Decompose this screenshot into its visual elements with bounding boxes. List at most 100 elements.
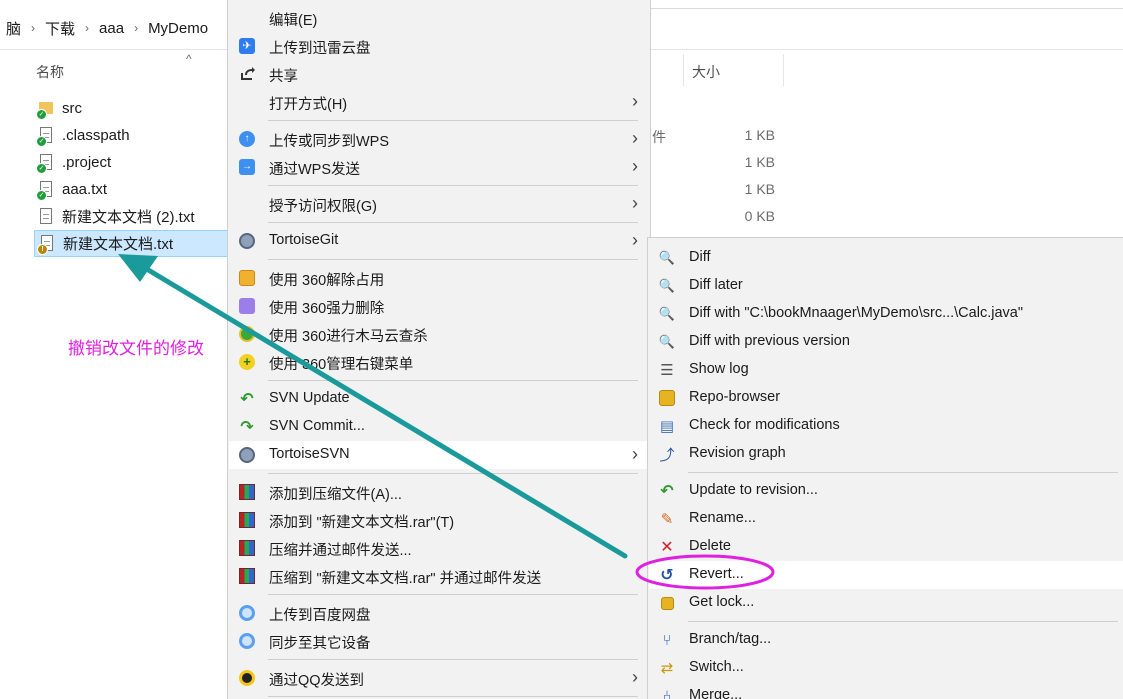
submenu-item-update-revision[interactable]: ↶ Update to revision...: [649, 477, 1123, 505]
menu-item-svn-commit[interactable]: ↷ SVN Commit...: [229, 413, 650, 441]
folder-icon: ✓: [36, 100, 54, 120]
document-icon: ✓: [36, 153, 54, 174]
submenu-item-show-log[interactable]: ☰ Show log: [649, 356, 1123, 384]
chevron-right-icon: ›: [31, 21, 36, 35]
submenu-item-label: Branch/tag...: [689, 631, 772, 647]
menu-item-qq-send[interactable]: 通过QQ发送到 ›: [229, 664, 650, 692]
thunder-cloud-icon: ✈: [238, 37, 256, 55]
submenu-item-label: Show log: [689, 361, 749, 377]
file-name: src: [62, 100, 82, 117]
breadcrumb-item[interactable]: aaa: [93, 20, 130, 37]
svn-update-icon: ↶: [240, 391, 254, 408]
menu-item-rar-named-email[interactable]: 压缩到 "新建文本文档.rar" 并通过邮件发送: [229, 562, 650, 590]
menu-item-tortoisegit[interactable]: TortoiseGit ›: [229, 227, 650, 255]
submenu-item-label: Rename...: [689, 510, 756, 526]
file-row[interactable]: ✓ .project: [34, 149, 234, 176]
menu-item-rar-add-named[interactable]: 添加到 "新建文本文档.rar"(T): [229, 506, 650, 534]
menu-item-label: 通过QQ发送到: [269, 673, 365, 689]
submenu-item-label: Get lock...: [689, 594, 755, 610]
file-row-selected[interactable]: ! 新建文本文档.txt: [34, 230, 234, 257]
breadcrumb-item[interactable]: 下载: [39, 18, 81, 39]
column-size-header[interactable]: 大小: [692, 62, 720, 82]
file-size: 1 KB: [744, 154, 775, 170]
submenu-item-check-modifications[interactable]: ▤ Check for modifications: [649, 412, 1123, 440]
baidu-cloud-icon: [238, 604, 256, 622]
chevron-right-icon: ›: [134, 21, 139, 35]
rename-icon: ✎: [660, 511, 674, 528]
submenu-item-label: Diff with previous version: [689, 333, 850, 349]
submenu-item-merge[interactable]: ⑃ Merge...: [649, 682, 1123, 699]
menu-item-360-menu[interactable]: + 使用 360管理右键菜单: [229, 348, 650, 376]
breadcrumb-item[interactable]: MyDemo: [142, 20, 214, 37]
menu-item-wps-send[interactable]: → 通过WPS发送 ›: [229, 153, 650, 181]
submenu-item-switch[interactable]: ⇄ Switch...: [649, 654, 1123, 682]
breadcrumb-item[interactable]: 脑: [0, 18, 27, 39]
chevron-right-icon: ›: [632, 193, 638, 213]
menu-item-label: 打开方式(H): [269, 97, 348, 113]
file-row[interactable]: ✓ src: [34, 95, 234, 122]
chevron-right-icon: ›: [632, 156, 638, 176]
menu-item-baidu-sync[interactable]: 同步至其它设备: [229, 627, 650, 655]
menu-item-svn-update[interactable]: ↶ SVN Update: [229, 385, 650, 413]
menu-item-open-with[interactable]: 打开方式(H) ›: [229, 88, 650, 116]
360-unlock-icon: [238, 269, 256, 287]
menu-item-label: 上传或同步到WPS: [269, 134, 390, 150]
menu-item-baidu-upload[interactable]: 上传到百度网盘: [229, 599, 650, 627]
menu-item-share[interactable]: 共享: [229, 60, 650, 88]
share-icon: [238, 65, 256, 83]
submenu-item-delete[interactable]: ✕ Delete: [649, 533, 1123, 561]
submenu-item-label: Revert...: [689, 566, 744, 582]
menu-item-360-shred[interactable]: 使用 360强力删除: [229, 292, 650, 320]
360-scan-icon: [238, 325, 256, 343]
menu-item-label: SVN Update: [269, 390, 350, 406]
menu-item-label: 使用 360解除占用: [269, 273, 385, 289]
menu-item-edit[interactable]: 编辑(E): [229, 4, 650, 32]
chevron-right-icon: ›: [632, 667, 638, 687]
submenu-item-diff-previous[interactable]: 🔍 Diff with previous version: [649, 328, 1123, 356]
submenu-item-revert[interactable]: ↺ Revert...: [649, 561, 1123, 589]
menu-item-360-scan[interactable]: 使用 360进行木马云查杀: [229, 320, 650, 348]
menu-item-grant-access[interactable]: 授予访问权限(G) ›: [229, 190, 650, 218]
document-icon: ✓: [36, 180, 54, 201]
menu-item-label: 同步至其它设备: [269, 636, 371, 652]
menu-item-label: 压缩到 "新建文本文档.rar" 并通过邮件发送: [269, 571, 542, 587]
menu-item-tortoisesvn[interactable]: TortoiseSVN ›: [229, 441, 650, 469]
file-row[interactable]: ✓ aaa.txt: [34, 176, 234, 203]
submenu-item-get-lock[interactable]: Get lock...: [649, 589, 1123, 617]
submenu-item-diff[interactable]: 🔍 Diff: [649, 244, 1123, 272]
360-shred-icon: [238, 297, 256, 315]
submenu-separator: [688, 472, 1118, 473]
file-name: aaa.txt: [62, 181, 108, 198]
submenu-item-repo-browser[interactable]: Repo-browser: [649, 384, 1123, 412]
file-row[interactable]: ✓ .classpath: [34, 122, 234, 149]
submenu-item-revision-graph[interactable]: ⤴ Revision graph: [649, 440, 1123, 468]
menu-item-rar-email[interactable]: 压缩并通过邮件发送...: [229, 534, 650, 562]
menu-item-360-unlock[interactable]: 使用 360解除占用: [229, 264, 650, 292]
winrar-icon: [238, 539, 256, 557]
menu-item-label: 使用 360管理右键菜单: [269, 357, 414, 373]
submenu-item-diff-later[interactable]: 🔍 Diff later: [649, 272, 1123, 300]
revision-graph-icon: ⤴: [659, 446, 675, 464]
column-divider[interactable]: [783, 54, 784, 86]
wps-cloud-icon: ↑: [238, 130, 256, 148]
branch-icon: ⑂: [662, 631, 672, 649]
menu-item-label: TortoiseGit: [269, 232, 339, 248]
submenu-item-branch-tag[interactable]: ⑂ Branch/tag...: [649, 626, 1123, 654]
document-icon: [38, 207, 54, 226]
file-row[interactable]: 新建文本文档 (2).txt: [34, 203, 234, 230]
merge-icon: ⑃: [662, 687, 672, 699]
chevron-right-icon: ›: [632, 128, 638, 148]
submenu-item-label: Check for modifications: [689, 417, 840, 433]
submenu-item-label: Diff later: [689, 277, 743, 293]
diff-icon: 🔍: [658, 250, 676, 265]
column-name-header[interactable]: 名称: [36, 62, 64, 82]
submenu-item-diff-with[interactable]: 🔍 Diff with "C:\bookMnaager\MyDemo\src..…: [649, 300, 1123, 328]
column-divider[interactable]: [683, 54, 684, 86]
menu-item-thunder-upload[interactable]: ✈ 上传到迅雷云盘: [229, 32, 650, 60]
submenu-item-rename[interactable]: ✎ Rename...: [649, 505, 1123, 533]
check-modifications-icon: ▤: [659, 418, 675, 435]
menu-separator: [268, 120, 638, 121]
revert-icon: ↺: [660, 567, 674, 584]
menu-item-wps-upload[interactable]: ↑ 上传或同步到WPS ›: [229, 125, 650, 153]
menu-item-rar-add[interactable]: 添加到压缩文件(A)...: [229, 478, 650, 506]
